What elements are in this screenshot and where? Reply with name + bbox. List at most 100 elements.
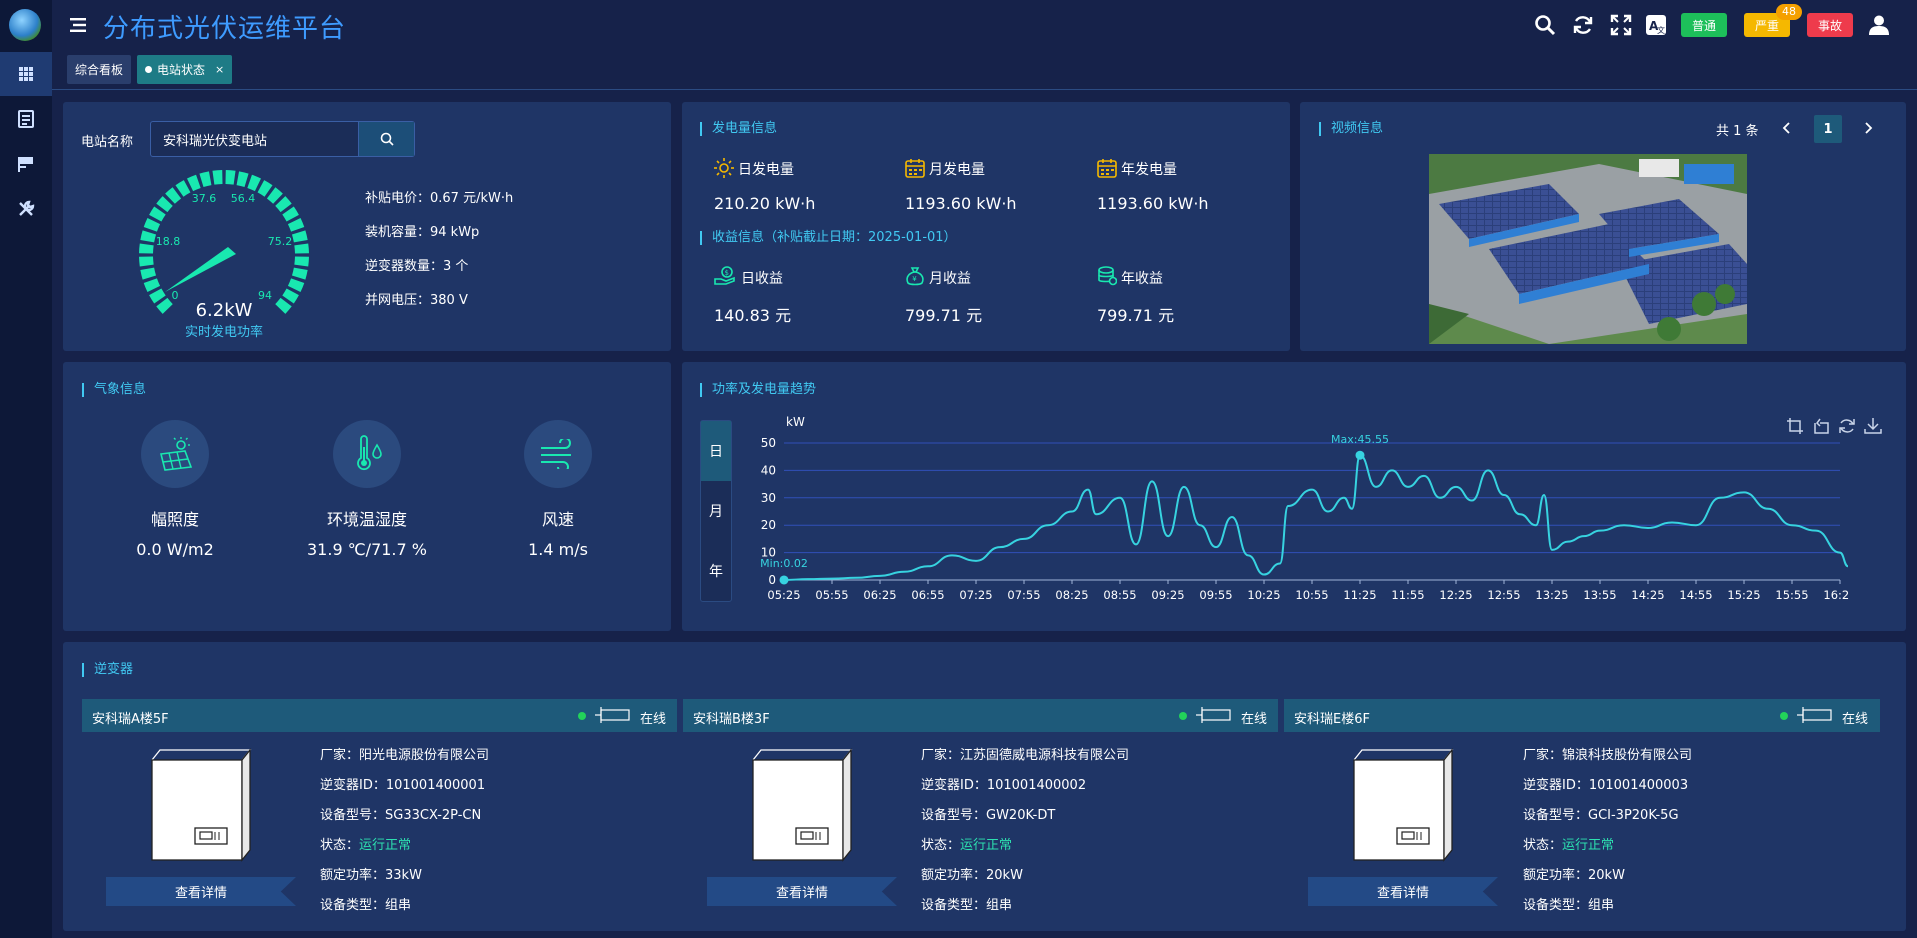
inverter-vendor: 厂家：阳光电源股份有限公司 <box>320 748 490 763</box>
gauge-arc-segment <box>187 174 201 192</box>
power-trend-chart[interactable]: kW 01020304050 05:25 05:55 06:25 06:55 07:25… <box>740 410 1850 610</box>
gauge-arc-segment <box>275 297 292 314</box>
gauge-arc-segment <box>294 256 309 267</box>
money-bag-icon: ¥ <box>906 267 924 286</box>
user-icon[interactable] <box>1868 14 1890 36</box>
online-dot-icon <box>1179 712 1187 720</box>
alert-accident-button[interactable]: 事故 <box>1807 13 1853 37</box>
inverter-name: 安科瑞E楼6F <box>1294 712 1370 727</box>
gauge-arc-segment <box>294 243 309 254</box>
inverter-type: 设备类型：组串 <box>1523 898 1615 913</box>
chart-x-tick-label: 11:25 <box>1343 588 1376 602</box>
inverter-state: 状态：运行正常 <box>320 834 411 853</box>
period-year-button[interactable]: 年 <box>701 541 731 601</box>
fullscreen-icon[interactable] <box>1610 14 1632 36</box>
calendar-icon <box>1097 159 1117 178</box>
inverter-type: 设备类型：组串 <box>921 898 1013 913</box>
inverter-rated-power: 额定功率：20kW <box>1523 868 1625 883</box>
chart-y-tick-label: 40 <box>761 463 776 477</box>
power-gauge: 0 18.8 37.6 56.4 75.2 94 6.2kW 实时发电功率 <box>139 170 309 340</box>
translate-icon[interactable]: A文 <box>1645 14 1667 36</box>
sidebar-item-monitor[interactable] <box>0 142 52 186</box>
station-search-input[interactable] <box>163 122 363 156</box>
chart-y-tick-label: 0 <box>768 573 776 587</box>
grid-voltage: 并网电压：380 V <box>365 293 468 308</box>
alert-normal-button[interactable]: 普通 <box>1681 13 1727 37</box>
grid-icon <box>19 67 33 81</box>
inverter-details-button[interactable]: 查看详情 <box>1308 877 1498 906</box>
power-series-line <box>783 454 1849 581</box>
inverter-link-icon <box>1797 707 1832 723</box>
sun-icon <box>714 158 734 178</box>
prev-page-icon[interactable] <box>1780 121 1794 135</box>
wind-speed-label: 风速 <box>541 510 574 529</box>
sidebar-item-maintenance[interactable] <box>0 187 52 231</box>
gauge-tick-label: 37.6 <box>192 192 217 205</box>
gauge-tick-label: 94 <box>258 289 272 302</box>
station-video-thumbnail[interactable] <box>1429 154 1747 344</box>
download-icon[interactable] <box>1864 417 1882 435</box>
online-dot-icon <box>578 712 586 720</box>
gauge-arc-segment <box>257 180 273 197</box>
search-icon[interactable] <box>1534 14 1556 36</box>
tools-icon <box>19 200 35 216</box>
monthly-generation-label: 月发电量 <box>929 162 985 178</box>
inverter-vendor: 厂家：江苏固德威电源科技有限公司 <box>921 748 1130 763</box>
gauge-arc-segment <box>140 230 157 243</box>
inverter-name: 安科瑞B楼3F <box>693 712 770 727</box>
gauge-arc-segment <box>266 187 283 204</box>
gauge-arc-segment <box>156 297 173 314</box>
sidebar-item-reports[interactable] <box>0 97 52 141</box>
chart-x-tick-label: 09:55 <box>1199 588 1232 602</box>
inverter-rated-power: 额定功率：20kW <box>921 868 1023 883</box>
app-title: 分布式光伏运维平台 <box>103 14 347 44</box>
inverter-status: 在线 <box>640 712 667 727</box>
gauge-arc-segment <box>140 267 157 280</box>
station-search-button[interactable] <box>358 122 414 156</box>
chart-x-tick-label: 11:55 <box>1391 588 1424 602</box>
chart-y-tick-label: 30 <box>761 491 776 505</box>
tab-station-status[interactable]: 电站状态 × <box>137 55 233 84</box>
irradiance-value: 0.0 W/m2 <box>136 540 214 559</box>
menu-toggle-icon[interactable] <box>70 18 86 32</box>
sidebar <box>0 0 52 938</box>
period-day-button[interactable]: 日 <box>701 421 731 481</box>
gauge-tick-label: 18.8 <box>156 235 181 248</box>
refresh-icon[interactable] <box>1572 14 1594 36</box>
irradiance-circle <box>141 420 209 488</box>
gauge-caption: 实时发电功率 <box>185 324 263 340</box>
sidebar-item-dashboard[interactable] <box>0 52 52 96</box>
search-icon <box>380 132 394 146</box>
chart-y-unit: kW <box>786 415 805 429</box>
tab-close-icon[interactable]: × <box>215 63 224 76</box>
inverter-details-button[interactable]: 查看详情 <box>106 877 296 906</box>
active-dot-icon <box>145 66 152 73</box>
coins-icon <box>1098 266 1117 286</box>
inverter-state-label: 状态： <box>1523 838 1563 853</box>
page-number-button[interactable]: 1 <box>1814 115 1842 143</box>
yearly-revenue-value: 799.71 元 <box>1097 306 1175 325</box>
globe-logo-icon <box>9 9 41 41</box>
chart-x-tick-label: 16:25 <box>1823 588 1850 602</box>
gauge-arc-segment <box>149 288 166 304</box>
period-month-button[interactable]: 月 <box>701 481 731 541</box>
chart-x-tick-label: 10:25 <box>1247 588 1280 602</box>
station-search <box>150 121 415 157</box>
gauge-arc-segment <box>139 256 154 267</box>
irradiance-label: 幅照度 <box>150 510 199 529</box>
daily-generation-value: 210.20 kW·h <box>714 194 816 213</box>
tab-overview[interactable]: 综合看板 <box>67 55 132 84</box>
inverter-device-icon <box>151 748 252 862</box>
inverter-count: 逆变器数量：3 个 <box>365 259 469 274</box>
gauge-arc-segment <box>165 187 182 204</box>
trend-title: 功率及发电量趋势 <box>700 383 816 397</box>
next-page-icon[interactable] <box>1861 121 1875 135</box>
tab-label: 综合看板 <box>75 63 124 77</box>
inverter-link-icon <box>595 707 630 723</box>
chart-min-label: Min:0.02 <box>760 557 808 570</box>
inverter-details-button[interactable]: 查看详情 <box>707 877 897 906</box>
chart-x-tick-label: 14:25 <box>1631 588 1664 602</box>
inverter-state-value: 运行正常 <box>1562 838 1615 853</box>
temperature-humidity-label: 环境温湿度 <box>326 510 407 529</box>
wind-circle <box>524 420 592 488</box>
